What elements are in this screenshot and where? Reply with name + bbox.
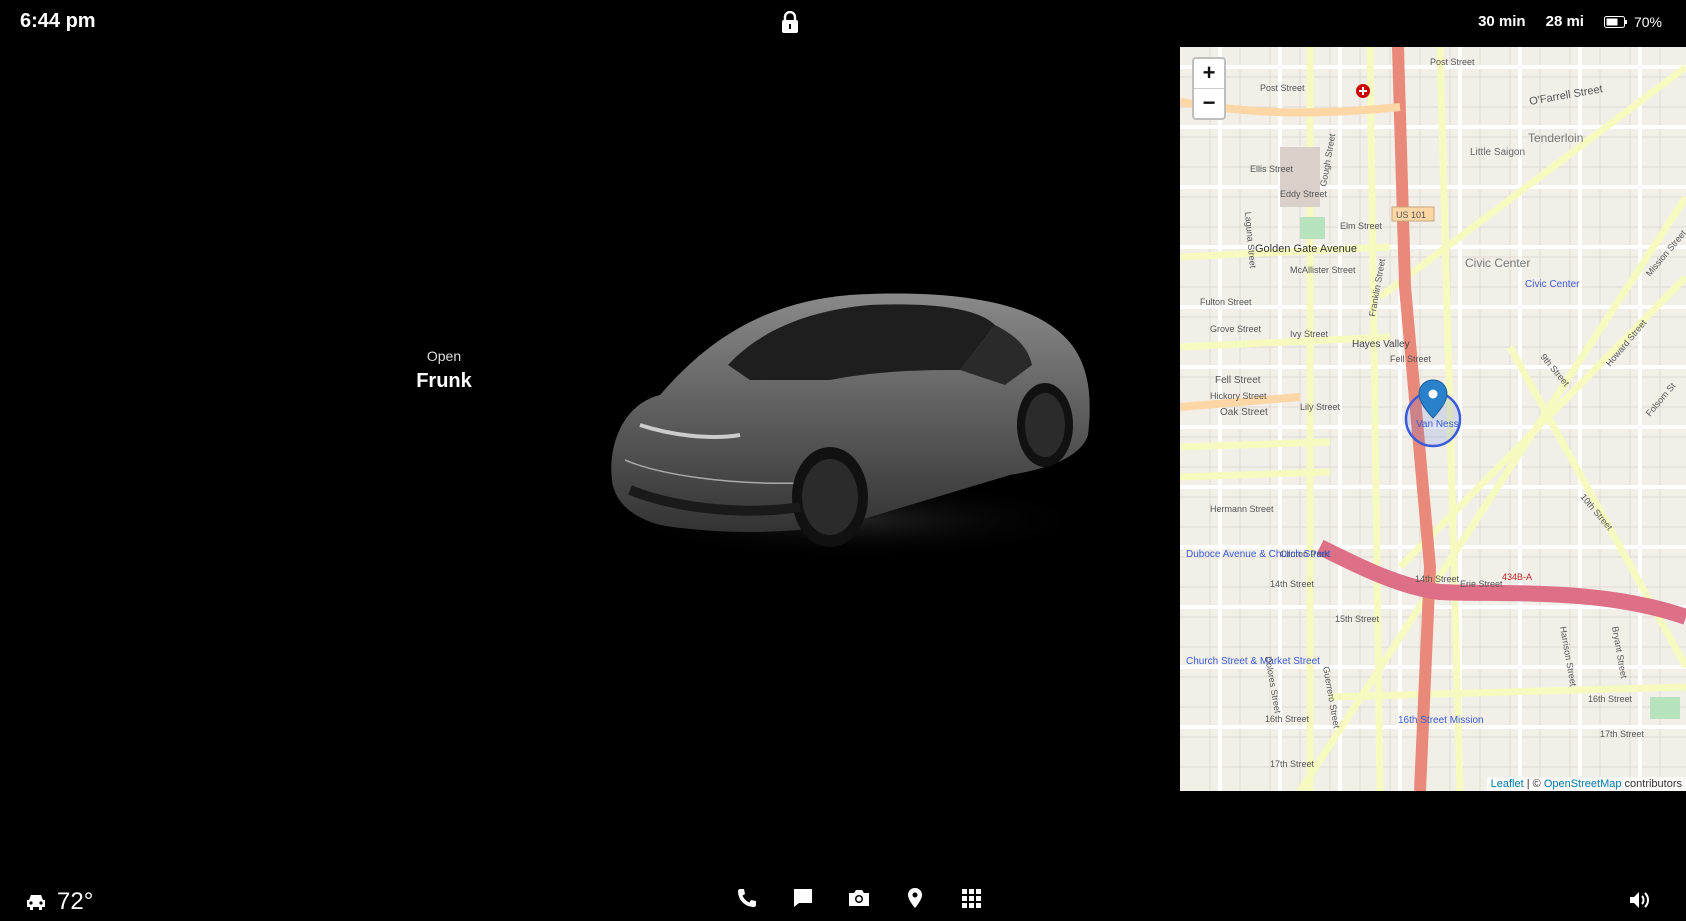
map-label: Little Saigon: [1470, 147, 1525, 158]
map-label: Golden Gate Avenue: [1255, 243, 1357, 255]
map-label: 17th Street: [1600, 729, 1645, 739]
zoom-in-button[interactable]: +: [1194, 59, 1224, 89]
battery-icon: [1603, 15, 1627, 28]
map-label: Civic Center: [1465, 256, 1530, 270]
map-label: Post Street: [1260, 83, 1305, 93]
cabin-temperature: 72°: [57, 888, 94, 915]
map-label: 17th Street: [1270, 759, 1315, 769]
car-image: [611, 293, 1095, 560]
attribution-separator: | ©: [1523, 778, 1544, 790]
map-label: Tenderloin: [1528, 131, 1583, 145]
frunk-action-label: Open: [426, 348, 462, 364]
volume-icon[interactable]: [1627, 888, 1651, 912]
map-label: Eddy Street: [1280, 189, 1328, 199]
trip-duration: 30 min: [1478, 13, 1526, 30]
map-label: Ellis Street: [1250, 164, 1294, 174]
attribution-tail: contributors: [1621, 778, 1682, 790]
map-label: Post Street: [1430, 57, 1475, 67]
frunk-open-button[interactable]: Open Frunk: [404, 348, 484, 393]
map-label: Hayes Valley: [1352, 339, 1410, 350]
map-label: McAllister Street: [1290, 265, 1356, 275]
map-attribution: Leaflet | © OpenStreetMap contributors: [1486, 777, 1686, 791]
battery-indicator: 70%: [1603, 13, 1662, 30]
status-time: 6:44 pm: [20, 10, 96, 32]
openstreetmap-link[interactable]: OpenStreetMap: [1544, 778, 1622, 790]
map-label: 434B-A: [1502, 572, 1532, 582]
map-label: Civic Center: [1525, 279, 1580, 290]
map-label: 16th Street: [1265, 714, 1310, 724]
car-icon: [27, 895, 45, 910]
map-label: Lily Street: [1300, 402, 1341, 412]
map-label: Hermann Street: [1210, 504, 1274, 514]
map-label: Oak Street: [1220, 407, 1268, 418]
map-label: 15th Street: [1335, 614, 1380, 624]
navigation-map[interactable]: Post Street Post Street O'Farrell Street…: [1180, 47, 1686, 791]
map-label: Grove Street: [1210, 324, 1262, 334]
map-label: US 101: [1396, 210, 1426, 220]
map-zoom-control: + −: [1192, 57, 1226, 120]
map-label: 16th Street: [1588, 694, 1633, 704]
map-label: Church Street & Market Street: [1186, 656, 1320, 667]
map-label: Duboce Avenue & Church Street: [1186, 549, 1331, 560]
trip-distance: 28 mi: [1545, 13, 1584, 30]
message-icon[interactable]: [791, 886, 815, 910]
location-pin-icon[interactable]: [903, 886, 927, 910]
lock-icon[interactable]: [780, 11, 800, 33]
status-bar-right: 30 min 28 mi 70%: [1478, 13, 1662, 30]
climate-control[interactable]: 72°: [25, 888, 93, 916]
map-label: 16th Street Mission: [1398, 715, 1484, 726]
grid-icon[interactable]: [959, 886, 983, 910]
map-label: 14th Street: [1415, 574, 1460, 584]
map-label: 14th Street: [1270, 579, 1315, 589]
frunk-label: Frunk: [416, 370, 472, 392]
map-label: Ivy Street: [1290, 329, 1329, 339]
map-label: Fell Street: [1215, 375, 1261, 386]
app-dock: [735, 886, 983, 910]
battery-percent: 70%: [1633, 13, 1662, 30]
camera-icon[interactable]: [847, 886, 871, 910]
map-label: Fulton Street: [1200, 297, 1252, 307]
zoom-out-button[interactable]: −: [1194, 89, 1224, 118]
phone-icon[interactable]: [735, 886, 759, 910]
map-label: Elm Street: [1340, 221, 1383, 231]
map-label: Erie Street: [1460, 579, 1503, 589]
map-label: Hickory Street: [1210, 391, 1267, 401]
map-label: Van Ness: [1416, 419, 1459, 430]
leaflet-link[interactable]: Leaflet: [1491, 778, 1524, 790]
map-tiles[interactable]: Post Street Post Street O'Farrell Street…: [1180, 47, 1686, 791]
map-label: Fell Street: [1390, 354, 1432, 364]
